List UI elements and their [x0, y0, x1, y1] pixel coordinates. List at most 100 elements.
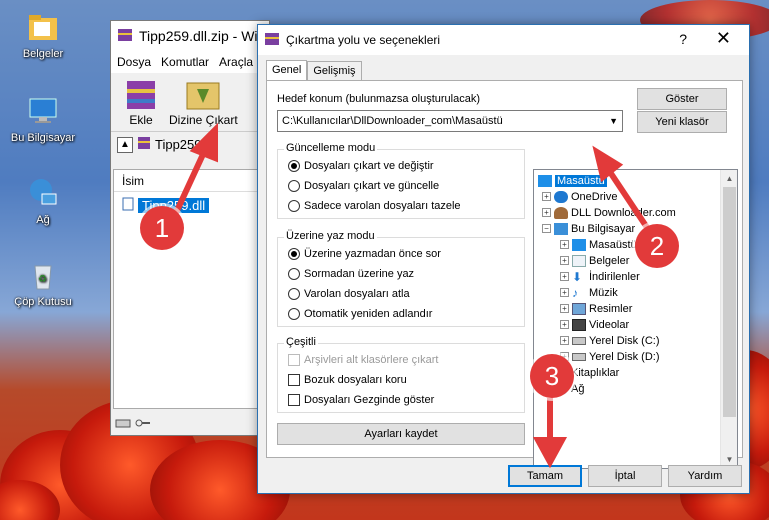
tree-node[interactable]: + ♪ Müzik: [560, 285, 618, 300]
help-icon[interactable]: ?: [679, 31, 687, 47]
desktop-icon-documents[interactable]: Belgeler: [4, 10, 82, 60]
extract-folder-icon: [183, 77, 223, 111]
expand-icon[interactable]: +: [560, 256, 569, 265]
new-folder-button[interactable]: Yeni klasör: [637, 111, 727, 133]
menu-commands[interactable]: Komutlar: [161, 55, 209, 69]
option-label: Otomatik yeniden adlandır: [304, 308, 433, 320]
tree-node[interactable]: + ⬇ İndirilenler: [560, 269, 640, 284]
expand-icon[interactable]: +: [560, 288, 569, 297]
option-label: Varolan dosyaları atla: [304, 288, 410, 300]
tree-node[interactable]: + Resimler: [560, 301, 632, 316]
onedrive-icon: [554, 190, 568, 203]
update-mode-option[interactable]: Dosyaları çıkart ve değiştir: [288, 160, 434, 172]
tree-node-label: Videolar: [589, 318, 630, 331]
option-label: Üzerine yazmadan önce sor: [304, 248, 441, 260]
expand-icon[interactable]: +: [542, 208, 551, 217]
overwrite-mode-option[interactable]: Varolan dosyaları atla: [288, 288, 410, 300]
winrar-status-bar: [111, 413, 269, 435]
tree-node-label: Bu Bilgisayar: [571, 222, 636, 235]
option-label: Sadece varolan dosyaları tazele: [304, 200, 461, 212]
radio-button[interactable]: [288, 268, 300, 280]
tree-scrollbar[interactable]: ▲ ▼: [720, 170, 737, 468]
misc-option[interactable]: Dosyaları Gezginde göster: [288, 394, 434, 406]
tab-advanced[interactable]: Gelişmiş: [307, 61, 362, 81]
desktop-icon-label: Çöp Kutusu: [14, 296, 72, 308]
overwrite-mode-option[interactable]: Üzerine yazmadan önce sor: [288, 248, 441, 260]
option-label: Bozuk dosyaları koru: [304, 374, 407, 386]
update-mode-group: Güncelleme modu Dosyaları çıkart ve deği…: [277, 142, 525, 219]
tree-node[interactable]: + Yerel Disk (D:): [560, 349, 660, 364]
winrar-title: Tipp259.dll.zip - Wi: [139, 28, 258, 44]
cancel-button[interactable]: İptal: [588, 465, 662, 487]
misc-option-disabled: Arşivleri alt klasörlere çıkart: [288, 354, 438, 366]
tab-general[interactable]: Genel: [266, 60, 308, 80]
folder-icon: [26, 10, 60, 44]
expand-icon[interactable]: +: [560, 272, 569, 281]
close-icon[interactable]: ✕: [716, 28, 731, 49]
expand-icon[interactable]: +: [560, 336, 569, 345]
misc-option[interactable]: Bozuk dosyaları koru: [288, 374, 407, 386]
tree-node-label: Belgeler: [589, 254, 630, 267]
add-label: Ekle: [129, 113, 153, 127]
overwrite-mode-group: Üzerine yaz modu Üzerine yazmadan önce s…: [277, 230, 525, 327]
radio-button[interactable]: [288, 160, 300, 172]
network-icon: [26, 176, 60, 210]
ok-button[interactable]: Tamam: [508, 465, 582, 487]
radio-button[interactable]: [288, 308, 300, 320]
menu-file[interactable]: Dosya: [117, 55, 151, 69]
recycle-bin-icon: ♻: [26, 258, 60, 292]
desktop-icon-recycle-bin[interactable]: ♻ Çöp Kutusu: [4, 258, 82, 308]
up-folder-icon[interactable]: ▲: [117, 136, 133, 153]
desktop-icon-label: Belgeler: [22, 48, 64, 60]
folder-tree[interactable]: Masaüstü + OneDrive + DLL Downloader.com…: [533, 169, 738, 469]
expand-icon[interactable]: +: [560, 240, 569, 249]
tree-node[interactable]: + Belgeler: [560, 253, 629, 268]
chevron-down-icon[interactable]: ▼: [609, 111, 618, 131]
archive-icon: [137, 136, 151, 153]
tree-node-label: Kitaplıklar: [571, 366, 620, 379]
destination-path-combobox[interactable]: C:\Kullanıcılar\DllDownloader_com\Masaüs…: [277, 110, 623, 132]
tree-node-label: Masaüstü: [589, 238, 637, 251]
radio-button[interactable]: [288, 180, 300, 192]
tree-node[interactable]: + Masaüstü: [560, 237, 637, 252]
radio-button[interactable]: [288, 288, 300, 300]
checkbox[interactable]: [288, 374, 300, 386]
overwrite-mode-option[interactable]: Otomatik yeniden adlandır: [288, 308, 432, 320]
desktop-icon-network[interactable]: Ağ: [4, 176, 82, 226]
dialog-icon: [264, 31, 280, 50]
overwrite-mode-option[interactable]: Sormadan üzerine yaz: [288, 268, 414, 280]
help-button[interactable]: Yardım: [668, 465, 742, 487]
radio-button[interactable]: [288, 200, 300, 212]
user-icon: [554, 206, 568, 219]
expand-icon[interactable]: +: [560, 320, 569, 329]
expand-icon[interactable]: +: [542, 192, 551, 201]
tree-node[interactable]: + OneDrive: [542, 189, 617, 204]
desktop-icon-this-pc[interactable]: Bu Bilgisayar: [4, 94, 82, 144]
tree-node-label: Masaüstü: [555, 174, 607, 187]
list-item[interactable]: Tipp259.dll: [122, 196, 268, 214]
dialog-tabs: Genel Gelişmiş: [266, 60, 362, 81]
tree-node[interactable]: + DLL Downloader.com: [542, 205, 676, 220]
expand-icon[interactable]: +: [560, 304, 569, 313]
show-button[interactable]: Göster: [637, 88, 727, 110]
scroll-up-icon[interactable]: ▲: [721, 170, 738, 187]
add-button[interactable]: Ekle: [121, 77, 161, 127]
checkbox[interactable]: [288, 394, 300, 406]
update-mode-option[interactable]: Dosyaları çıkart ve güncelle: [288, 180, 439, 192]
tree-node[interactable]: + Videolar: [560, 317, 629, 332]
scrollbar-thumb[interactable]: [723, 187, 736, 417]
computer-icon: [554, 222, 568, 235]
drive-icon: [572, 352, 586, 361]
menu-tools[interactable]: Araçla: [219, 55, 253, 69]
tree-node[interactable]: − Bu Bilgisayar: [542, 221, 635, 236]
collapse-icon[interactable]: −: [542, 224, 551, 233]
option-label: Sormadan üzerine yaz: [304, 268, 415, 280]
tree-node[interactable]: Masaüstü: [538, 173, 607, 188]
radio-button[interactable]: [288, 248, 300, 260]
column-header-name[interactable]: İsim: [114, 170, 268, 192]
tree-node[interactable]: + Yerel Disk (C:): [560, 333, 660, 348]
save-settings-button[interactable]: Ayarları kaydet: [277, 423, 525, 445]
download-icon: ⬇: [572, 269, 583, 284]
update-mode-option[interactable]: Sadece varolan dosyaları tazele: [288, 200, 461, 212]
extract-to-button[interactable]: Dizine Çıkart: [169, 77, 238, 127]
